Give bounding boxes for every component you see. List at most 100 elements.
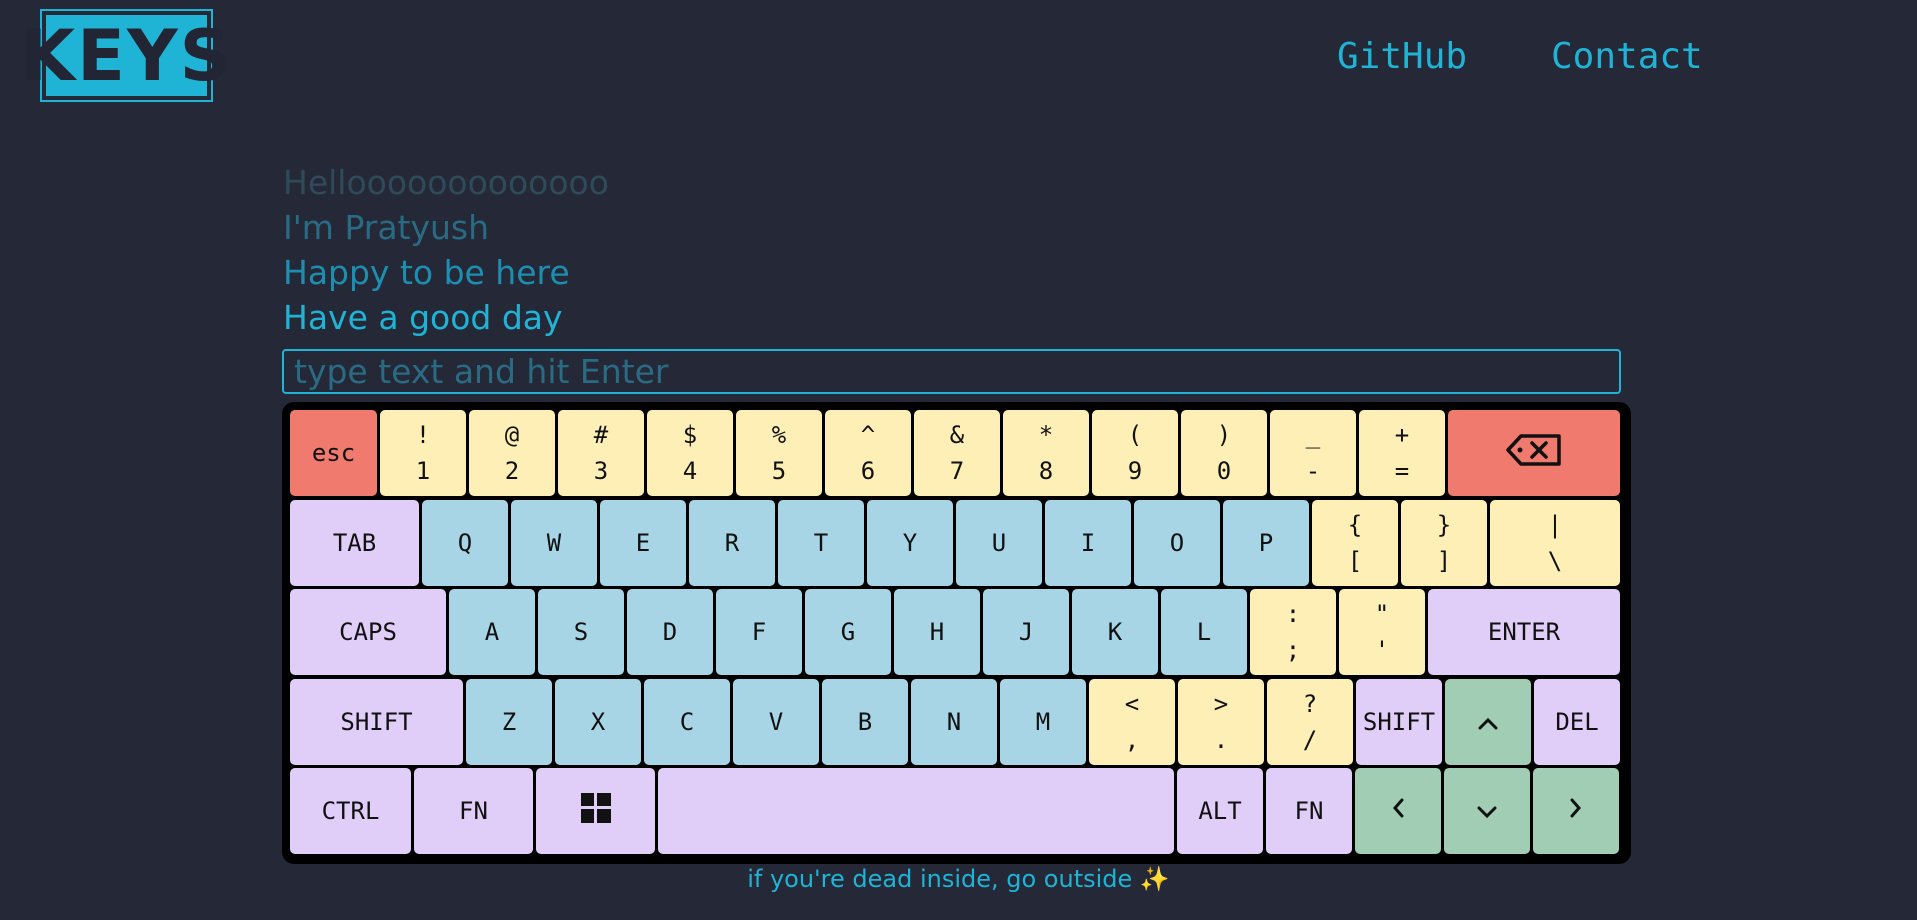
key-t[interactable]: T bbox=[778, 499, 864, 586]
key-2-2[interactable]: @2 bbox=[469, 410, 555, 496]
key-label: S bbox=[573, 618, 589, 646]
key-9-9[interactable]: (9 bbox=[1092, 410, 1178, 496]
key-label: 5 bbox=[771, 457, 787, 485]
key-w[interactable]: W bbox=[511, 499, 597, 586]
key-r[interactable]: R bbox=[689, 499, 775, 586]
key-shift-label: : bbox=[1285, 600, 1301, 628]
key-alt[interactable]: ALT bbox=[1177, 768, 1263, 854]
key-p[interactable]: P bbox=[1223, 499, 1309, 586]
key-label: . bbox=[1213, 725, 1229, 754]
key-z[interactable]: Z bbox=[466, 678, 552, 765]
spacebar-key[interactable] bbox=[658, 768, 1174, 854]
key-label: L bbox=[1196, 618, 1212, 646]
key-u[interactable]: U bbox=[956, 499, 1042, 586]
key-label: 2 bbox=[504, 457, 520, 485]
key-sym-10[interactable]: ? / bbox=[1267, 678, 1353, 765]
key-shift[interactable]: SHIFT bbox=[290, 678, 463, 765]
key-l[interactable]: L bbox=[1161, 589, 1247, 675]
key-e[interactable]: E bbox=[600, 499, 686, 586]
key-label: E bbox=[635, 528, 651, 557]
key-fn[interactable]: FN bbox=[414, 768, 533, 854]
key-label: SHIFT bbox=[1362, 707, 1436, 736]
key-sym-11[interactable]: {[ bbox=[1312, 499, 1398, 586]
key-a[interactable]: A bbox=[449, 589, 535, 675]
history-line: I'm Pratyush bbox=[283, 208, 490, 247]
key-label: B bbox=[857, 707, 873, 736]
logo[interactable]: KEYS bbox=[21, 9, 230, 102]
key-y[interactable]: Y bbox=[867, 499, 953, 586]
backspace-icon bbox=[1505, 433, 1563, 473]
key-sym-13[interactable]: | \ bbox=[1490, 499, 1620, 586]
key-shift-label: @ bbox=[504, 421, 520, 449]
key-sym-11[interactable]: " ' bbox=[1339, 589, 1425, 675]
key-sym-8[interactable]: <, bbox=[1089, 678, 1175, 765]
key-label: K bbox=[1107, 618, 1123, 646]
key-label: esc bbox=[311, 439, 356, 467]
key-0-10[interactable]: ) 0 bbox=[1181, 410, 1267, 496]
key-6-6[interactable]: ^ 6 bbox=[825, 410, 911, 496]
key-shift[interactable]: SHIFT bbox=[1356, 678, 1442, 765]
key-v[interactable]: V bbox=[733, 678, 819, 765]
history-line: Have a good day bbox=[283, 298, 563, 337]
key-fn[interactable]: FN bbox=[1266, 768, 1352, 854]
key-3-3[interactable]: #3 bbox=[558, 410, 644, 496]
key-7-7[interactable]: & 7 bbox=[914, 410, 1000, 496]
keyboard-row: CAPS A S D F G H J K L:; " ' ENTER bbox=[290, 589, 1623, 675]
key-del[interactable]: DEL bbox=[1534, 678, 1620, 765]
key-c[interactable]: C bbox=[644, 678, 730, 765]
key-k[interactable]: K bbox=[1072, 589, 1158, 675]
nav-github-link[interactable]: GitHub bbox=[1337, 36, 1467, 77]
key-label: U bbox=[991, 528, 1007, 557]
key-sym-12[interactable]: + = bbox=[1359, 410, 1445, 496]
nav-contact-link[interactable]: Contact bbox=[1551, 36, 1703, 77]
text-input[interactable] bbox=[282, 349, 1621, 394]
key-label: R bbox=[724, 528, 740, 557]
key-1-1[interactable]: ! 1 bbox=[380, 410, 466, 496]
key-esc[interactable]: esc bbox=[290, 410, 377, 496]
key-label: 8 bbox=[1038, 457, 1054, 485]
key-sym-9[interactable]: >. bbox=[1178, 678, 1264, 765]
key-8-8[interactable]: * 8 bbox=[1003, 410, 1089, 496]
keyboard-row: CTRL FN ALT FN bbox=[290, 768, 1623, 854]
key-tab[interactable]: TAB bbox=[290, 499, 419, 586]
key-sym-12[interactable]: }] bbox=[1401, 499, 1487, 586]
key-4-4[interactable]: $4 bbox=[647, 410, 733, 496]
key-label: TAB bbox=[332, 528, 377, 557]
key-label: X bbox=[590, 707, 606, 736]
key-sym-11[interactable]: _ - bbox=[1270, 410, 1356, 496]
keyboard-row: esc! 1 @2 #3 $4% 5 ^ 6 & 7 * 8(9) 0 _ - + = bbox=[290, 410, 1623, 496]
key-x[interactable]: X bbox=[555, 678, 641, 765]
key-shift-label: * bbox=[1038, 421, 1054, 449]
key-b[interactable]: B bbox=[822, 678, 908, 765]
message-history: Hellooooooooooooo I'm Pratyush Happy to … bbox=[283, 160, 609, 340]
key-caps[interactable]: CAPS bbox=[290, 589, 446, 675]
key-shift-label: % bbox=[771, 421, 787, 449]
key-label: P bbox=[1258, 528, 1274, 557]
key-5-5[interactable]: % 5 bbox=[736, 410, 822, 496]
key-sym-10[interactable]: :; bbox=[1250, 589, 1336, 675]
key-o[interactable]: O bbox=[1134, 499, 1220, 586]
arrow-up-key[interactable] bbox=[1445, 678, 1531, 765]
key-d[interactable]: D bbox=[627, 589, 713, 675]
windows-key[interactable] bbox=[536, 768, 655, 854]
arrow-left-key[interactable] bbox=[1355, 768, 1441, 854]
key-s[interactable]: S bbox=[538, 589, 624, 675]
key-shift-label: $ bbox=[682, 421, 698, 449]
moon-icon[interactable] bbox=[1840, 35, 1876, 75]
key-q[interactable]: Q bbox=[422, 499, 508, 586]
key-label: 0 bbox=[1216, 457, 1232, 485]
arrow-down-key[interactable] bbox=[1444, 768, 1530, 854]
key-i[interactable]: I bbox=[1045, 499, 1131, 586]
backspace-key[interactable] bbox=[1448, 410, 1620, 496]
key-h[interactable]: H bbox=[894, 589, 980, 675]
key-n[interactable]: N bbox=[911, 678, 997, 765]
key-ctrl[interactable]: CTRL bbox=[290, 768, 411, 854]
key-j[interactable]: J bbox=[983, 589, 1069, 675]
key-f[interactable]: F bbox=[716, 589, 802, 675]
key-m[interactable]: M bbox=[1000, 678, 1086, 765]
history-line: Hellooooooooooooo bbox=[283, 163, 609, 202]
key-g[interactable]: G bbox=[805, 589, 891, 675]
key-enter[interactable]: ENTER bbox=[1428, 589, 1620, 675]
arrow-right-key[interactable] bbox=[1533, 768, 1619, 854]
arrow-down-icon bbox=[1476, 797, 1498, 825]
